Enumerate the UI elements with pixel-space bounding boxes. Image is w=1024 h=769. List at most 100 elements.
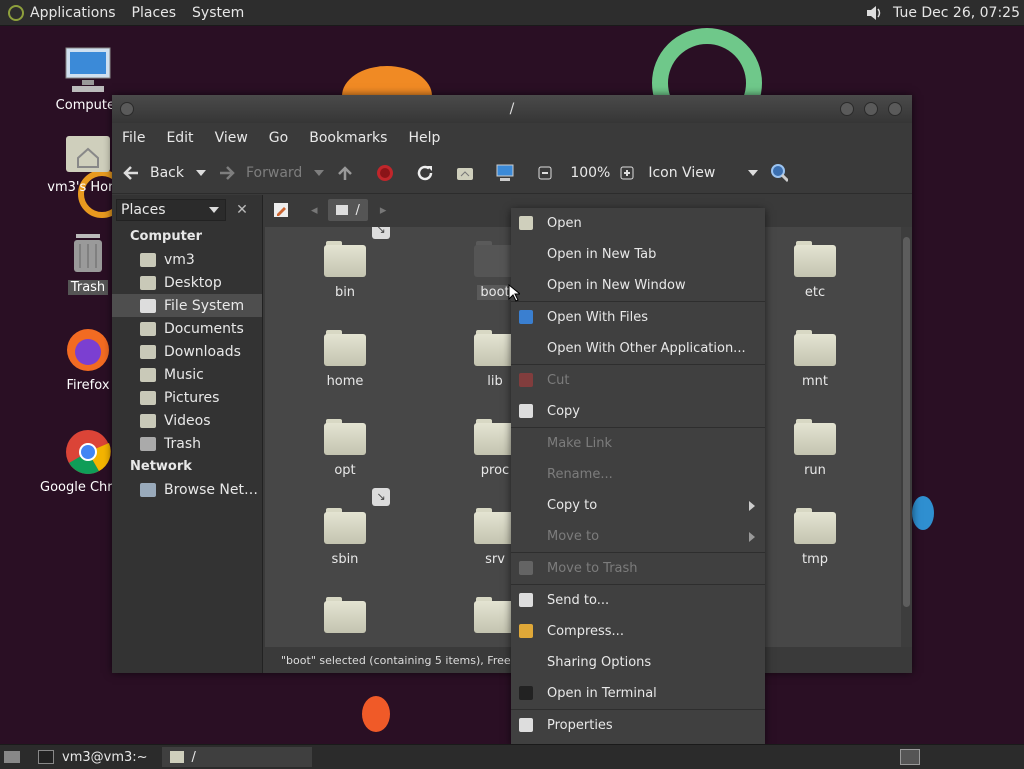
- applications-menu[interactable]: Applications: [30, 5, 116, 21]
- zoom-in-button[interactable]: [618, 164, 636, 182]
- menu-file[interactable]: File: [122, 130, 145, 146]
- menu-bookmarks[interactable]: Bookmarks: [309, 130, 387, 146]
- taskbar-item-terminal[interactable]: vm3@vm3:~: [30, 747, 156, 767]
- sidebar-item-label: Music: [164, 366, 204, 383]
- path-scroll-left[interactable]: ◂: [311, 203, 318, 218]
- context-menu-item-label: Copy to: [547, 498, 598, 513]
- sidebar-item-trash[interactable]: Trash: [112, 432, 262, 455]
- folder-icon: ↘: [324, 227, 390, 277]
- file-item[interactable]: ↘ bin: [300, 227, 390, 300]
- file-item[interactable]: run: [770, 419, 860, 478]
- sidebar-item-label: Browse Net…: [164, 481, 259, 498]
- context-menu-item-send-to[interactable]: Send to...: [511, 585, 765, 616]
- sidebar-item-file-system[interactable]: File System: [112, 294, 262, 317]
- folder-icon: ↘: [324, 488, 390, 544]
- context-menu-item-open[interactable]: Open: [511, 208, 765, 239]
- taskbar-item-label: vm3@vm3:~: [62, 749, 148, 765]
- zoom-in-icon: [618, 164, 636, 182]
- context-menu-item-rename[interactable]: Rename...: [511, 459, 765, 490]
- file-item[interactable]: mnt: [770, 330, 860, 389]
- close-sidebar-button[interactable]: ✕: [232, 199, 252, 221]
- context-menu-item-copy-to[interactable]: Copy to: [511, 490, 765, 521]
- context-menu-item-move-to-trash[interactable]: Move to Trash: [511, 553, 765, 584]
- reload-button[interactable]: [416, 164, 444, 182]
- desktop-icon-label: Trash: [67, 280, 109, 295]
- context-menu-item-open-in-terminal[interactable]: Open in Terminal: [511, 678, 765, 709]
- sidebar-item-downloads[interactable]: Downloads: [112, 340, 262, 363]
- context-menu-item-label: Properties: [547, 718, 613, 733]
- file-item[interactable]: opt: [300, 419, 390, 478]
- close-button[interactable]: [888, 102, 902, 116]
- files-app-icon: [519, 310, 533, 324]
- sidebar-item-label: Pictures: [164, 389, 220, 406]
- path-scroll-right[interactable]: ▸: [380, 203, 387, 218]
- maximize-button[interactable]: [864, 102, 878, 116]
- context-menu-item-make-link[interactable]: Make Link: [511, 428, 765, 459]
- context-menu-item-move-to[interactable]: Move to: [511, 521, 765, 552]
- stop-button[interactable]: [376, 164, 404, 182]
- computer-button[interactable]: [496, 164, 524, 182]
- home-button[interactable]: [456, 164, 484, 182]
- places-menu[interactable]: Places: [132, 5, 177, 21]
- view-mode-select[interactable]: Icon View: [648, 165, 759, 181]
- search-button[interactable]: [770, 164, 798, 183]
- system-menu[interactable]: System: [192, 5, 244, 21]
- zoom-out-icon: [536, 164, 554, 182]
- symlink-badge-icon: ↘: [372, 227, 390, 239]
- context-menu-item-compress[interactable]: Compress...: [511, 616, 765, 647]
- sidebar-mode-label: Places: [121, 202, 166, 218]
- toolbar: Back Forward 100% Icon View: [112, 153, 912, 194]
- context-menu-item-sharing-options[interactable]: Sharing Options: [511, 647, 765, 678]
- context-menu-item-properties[interactable]: Properties: [511, 710, 765, 741]
- context-menu-item-open-in-new-window[interactable]: Open in New Window: [511, 270, 765, 301]
- sidebar-item-videos[interactable]: Videos: [112, 409, 262, 432]
- scrollbar-thumb[interactable]: [903, 237, 910, 607]
- menu-go[interactable]: Go: [269, 130, 288, 146]
- context-menu-item-cut[interactable]: Cut: [511, 365, 765, 396]
- wallpaper-orange-dot: [362, 696, 390, 732]
- folder-icon: [324, 597, 366, 633]
- context-menu-item-open-with-other-application[interactable]: Open With Other Application...: [511, 333, 765, 364]
- chevron-down-icon: [209, 207, 219, 213]
- clock[interactable]: Tue Dec 26, 07:25: [893, 5, 1020, 21]
- workspace-switcher[interactable]: [900, 749, 920, 765]
- edit-location-button[interactable]: [271, 200, 291, 220]
- sidebar-item-desktop[interactable]: Desktop: [112, 271, 262, 294]
- path-segment-root[interactable]: /: [327, 199, 368, 221]
- menu-edit[interactable]: Edit: [166, 130, 193, 146]
- file-item[interactable]: ↘ sbin: [300, 488, 390, 567]
- trash-icon: [64, 228, 112, 276]
- zoom-out-button[interactable]: [536, 164, 558, 182]
- file-item[interactable]: [300, 597, 390, 641]
- vertical-scrollbar[interactable]: [901, 227, 912, 647]
- sidebar-item-label: Documents: [164, 320, 244, 337]
- distro-logo-icon[interactable]: [8, 4, 24, 21]
- sidebar-item-pictures[interactable]: Pictures: [112, 386, 262, 409]
- minimize-button[interactable]: [840, 102, 854, 116]
- context-menu-item-open-in-new-tab[interactable]: Open in New Tab: [511, 239, 765, 270]
- back-history-dropdown[interactable]: [196, 170, 206, 176]
- file-item[interactable]: home: [300, 330, 390, 389]
- up-button[interactable]: [336, 164, 364, 182]
- show-desktop-button[interactable]: [0, 747, 24, 767]
- back-button[interactable]: Back: [122, 164, 184, 182]
- sidebar-mode-select[interactable]: Places: [116, 199, 226, 221]
- sidebar-item-music[interactable]: Music: [112, 363, 262, 386]
- speaker-icon[interactable]: [865, 5, 883, 21]
- taskbar-item-file-manager[interactable]: /: [161, 747, 312, 767]
- top-panel: Applications Places System Tue Dec 26, 0…: [0, 0, 1024, 26]
- context-menu-item-copy[interactable]: Copy: [511, 396, 765, 427]
- forward-button[interactable]: Forward: [218, 164, 302, 182]
- menu-view[interactable]: View: [215, 130, 248, 146]
- window-titlebar[interactable]: /: [112, 95, 912, 123]
- file-item[interactable]: tmp: [770, 508, 860, 567]
- forward-history-dropdown[interactable]: [314, 170, 325, 176]
- symlink-badge-icon: ↘: [372, 488, 390, 506]
- sidebar-item-vm3[interactable]: vm3: [112, 248, 262, 271]
- sidebar-item-documents[interactable]: Documents: [112, 317, 262, 340]
- sidebar-item-label: Trash: [164, 435, 201, 452]
- file-item[interactable]: etc: [770, 241, 860, 300]
- menu-help[interactable]: Help: [408, 130, 440, 146]
- context-menu-item-open-with-files[interactable]: Open With Files: [511, 302, 765, 333]
- sidebar-item-browse-network[interactable]: Browse Net…: [112, 478, 262, 501]
